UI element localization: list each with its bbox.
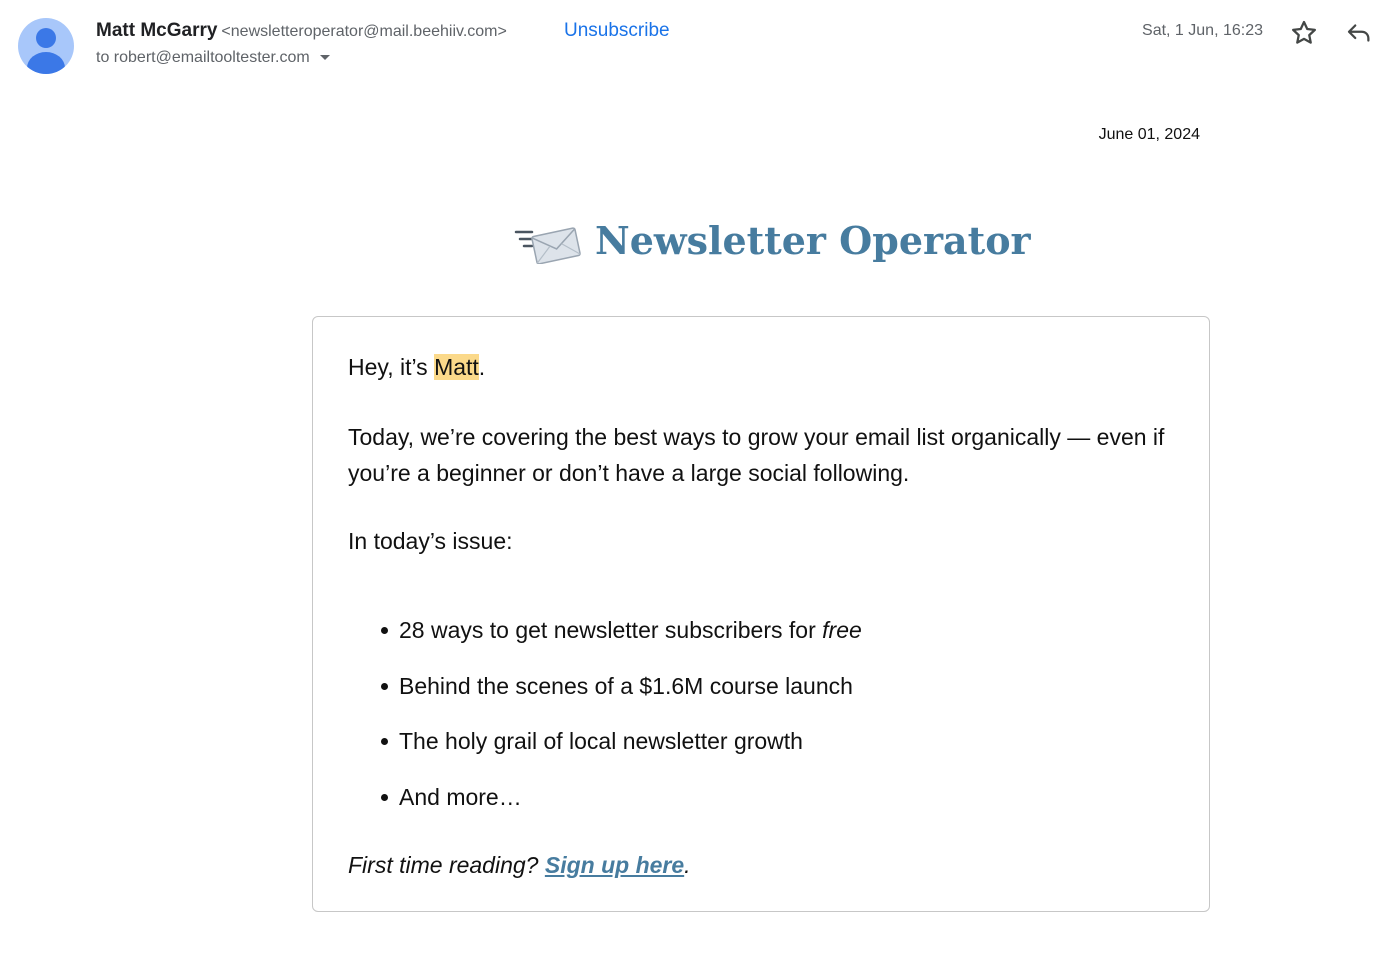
signup-prompt-text: First time reading? [348,852,545,878]
intro-paragraph: Today, we’re covering the best ways to g… [348,424,1165,486]
list-item: 28 ways to get newsletter subscribers fo… [348,612,862,668]
recipient-label: to robert@emailtooltester.com [96,49,310,66]
greeting: Hey, it’s Matt. [348,349,485,385]
signup-prompt: First time reading? Sign up here. [348,847,691,883]
reply-icon[interactable] [1344,18,1374,48]
issue-heading: In today’s issue: [348,528,513,554]
recipient-details-toggle[interactable]: to robert@emailtooltester.com [96,49,330,67]
avatar-head [36,28,56,48]
list-item: And more… [348,779,862,835]
bullet-dot [381,793,388,801]
sender-avatar[interactable] [18,18,74,74]
greeting-prefix: Hey, it’s [348,354,435,380]
list-item: Behind the scenes of a $1.6M course laun… [348,668,862,724]
chevron-down-icon[interactable] [319,55,330,61]
list-item-text: The holy grail of local newsletter growt… [399,728,803,754]
bullet-dot [381,627,388,634]
newsletter-card: Hey, it’s Matt. Today, we’re covering th… [312,316,1210,912]
sender-email: <newsletteroperator@mail.beehiiv.com> [221,23,507,40]
received-timestamp: Sat, 1 Jun, 16:23 [1142,22,1263,39]
bullet-dot [381,738,388,745]
newsletter-date: June 01, 2024 [1098,126,1200,143]
greeting-name: Matt [434,354,479,380]
list-item-text: 28 ways to get newsletter subscribers fo… [399,617,823,643]
list-item-text: And more… [399,783,522,810]
envelope-speed-icon [512,224,582,265]
email-header: Matt McGarry <newsletteroperator@mail.bee… [0,0,1400,100]
avatar-body [27,52,65,74]
issue-list: 28 ways to get newsletter subscribers fo… [348,612,862,834]
greeting-suffix: . [478,354,486,380]
unsubscribe-link[interactable]: Unsubscribe [564,20,670,42]
sender-name[interactable]: Matt McGarry [96,20,217,41]
signup-link[interactable]: Sign up here [545,852,684,878]
signup-prompt-suffix: . [684,852,691,878]
list-item-text: Behind the scenes of a $1.6M course laun… [399,672,853,699]
brand-name: Newsletter Operator [595,218,1031,263]
list-item: The holy grail of local newsletter growt… [348,723,862,779]
list-item-emphasis: free [822,617,862,643]
sender-line: Matt McGarry <newsletteroperator@mail.bee… [96,20,507,42]
star-icon[interactable] [1289,18,1319,48]
bullet-dot [381,682,388,690]
